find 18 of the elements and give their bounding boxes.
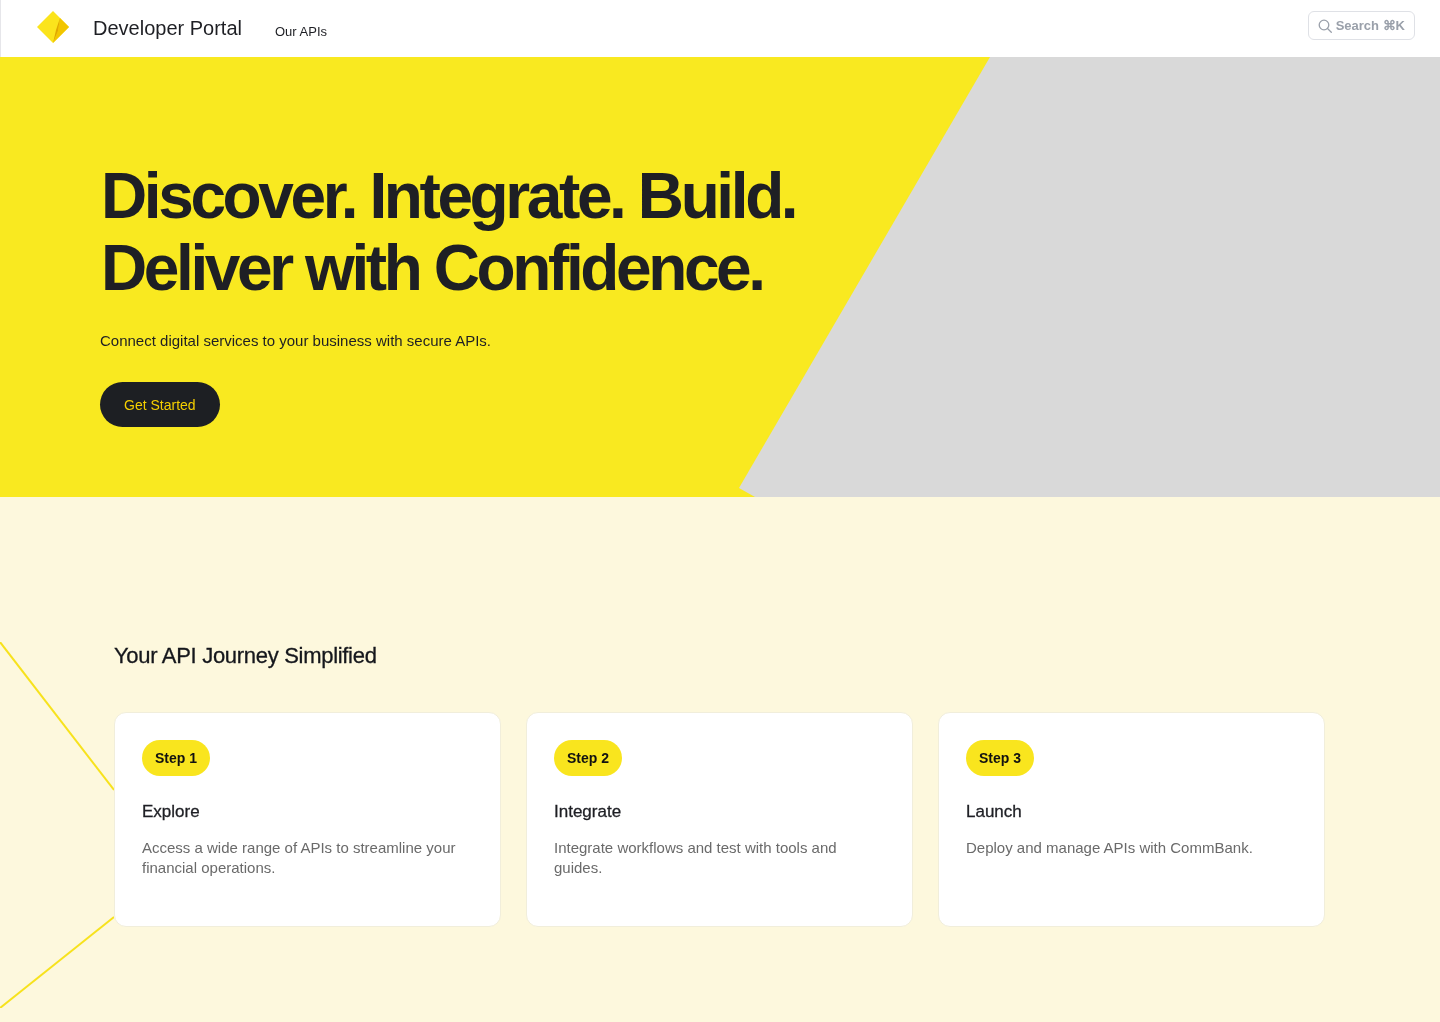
- step-badge: Step 2: [554, 740, 622, 776]
- diamond-logo-icon[interactable]: [37, 11, 69, 43]
- step-badge: Step 1: [142, 740, 210, 776]
- step-title: Integrate: [554, 802, 622, 822]
- hero-heading: Deliver with Confidence.: [101, 232, 763, 304]
- step-description: Deploy and manage APIs with CommBank.: [966, 838, 1254, 858]
- step-title: Launch: [966, 802, 1022, 822]
- search-icon: [1317, 18, 1332, 33]
- step-title: Explore: [142, 802, 200, 822]
- nav-link[interactable]: Our APIs: [274, 23, 327, 39]
- brand-title[interactable]: Developer Portal: [93, 17, 242, 40]
- step-description: Integrate workflows and test with tools and guides.: [554, 838, 838, 878]
- section-heading: Your API Journey Simplified: [114, 643, 377, 669]
- hero-subtitle: Connect digital services to your business with secure APIs.: [100, 332, 492, 349]
- step-badge: Step 3: [966, 740, 1034, 776]
- hero-heading: Discover. Integrate. Build.: [101, 160, 796, 232]
- step-description: Access a wide range of APIs to streamline your financial operations.: [142, 838, 457, 878]
- get-started-button[interactable]: Get Started: [100, 382, 220, 427]
